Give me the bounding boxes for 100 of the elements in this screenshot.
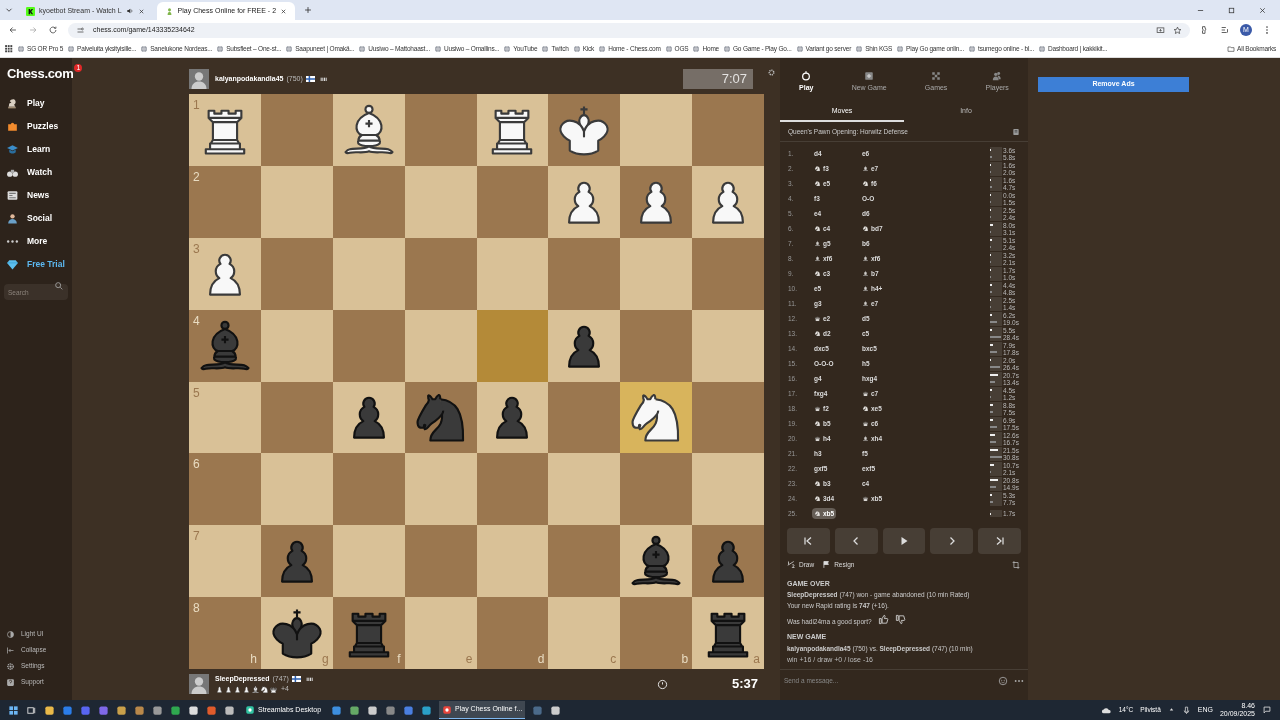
caret-icon[interactable] — [1167, 706, 1175, 714]
move-control-button[interactable] — [787, 527, 830, 554]
file-label: g — [322, 651, 329, 668]
flip-board-icon[interactable] — [1011, 559, 1021, 570]
star-icon[interactable] — [1173, 25, 1182, 35]
knight-icon — [814, 165, 821, 172]
site-info-icon[interactable] — [76, 25, 85, 35]
globe-icon — [140, 44, 149, 53]
help-icon — [6, 677, 15, 687]
globe-icon — [1038, 44, 1046, 53]
stopwatch-icon — [801, 70, 812, 81]
collapse-icon — [6, 645, 15, 655]
search-icon[interactable] — [54, 280, 64, 291]
rank-label: 4 — [193, 312, 200, 330]
app-icon[interactable] — [44, 704, 55, 716]
speaker-icon[interactable] — [125, 7, 134, 15]
app-icon[interactable] — [367, 704, 379, 716]
avatar-icon[interactable] — [189, 674, 209, 694]
task-view-icon[interactable] — [26, 704, 37, 716]
book-icon[interactable] — [1012, 127, 1020, 136]
app-icon — [442, 704, 453, 715]
clock: 5:37 — [730, 675, 759, 694]
app-icon[interactable] — [116, 704, 127, 716]
logo-text[interactable]: Chess.com — [7, 64, 74, 84]
back-icon[interactable] — [8, 25, 18, 35]
nav-item[interactable]: Puzzles — [0, 114, 72, 138]
nav-item[interactable]: Free Trial — [0, 252, 72, 276]
globe-icon — [67, 44, 76, 53]
globe-icon — [795, 44, 804, 53]
close-icon[interactable] — [1258, 6, 1267, 15]
close-icon[interactable] — [280, 7, 288, 15]
app-icon[interactable] — [224, 704, 235, 716]
half-circle-icon — [6, 629, 15, 639]
thumbs-up-icon[interactable] — [877, 614, 889, 626]
people-icon — [6, 211, 19, 225]
clock-icon — [657, 678, 668, 690]
restore-icon[interactable] — [1227, 6, 1236, 15]
move-control-button[interactable] — [882, 527, 926, 554]
knight-icon — [862, 405, 869, 412]
knight-icon — [862, 225, 869, 232]
globe-icon — [664, 44, 673, 53]
rank-label: 8 — [193, 600, 200, 618]
new-tab-icon[interactable] — [303, 5, 314, 15]
people-icon — [992, 70, 1003, 81]
tab-favicon-icon — [26, 6, 35, 16]
app-icon[interactable] — [152, 704, 163, 716]
windows-start-icon[interactable] — [8, 704, 19, 716]
avatar-icon[interactable] — [189, 69, 209, 89]
app-icon[interactable] — [134, 704, 145, 716]
notifications-icon[interactable] — [1262, 705, 1272, 715]
globe-icon — [285, 44, 294, 53]
settings-icon — [6, 661, 15, 671]
globe-icon — [855, 44, 864, 53]
nav-item[interactable]: News — [0, 183, 72, 207]
knight-icon — [814, 480, 821, 487]
bishop-icon — [862, 270, 869, 277]
bishop-icon — [814, 240, 821, 247]
globe-icon — [358, 44, 367, 53]
reload-icon[interactable] — [48, 25, 58, 35]
globe-icon — [723, 44, 731, 53]
app-icon[interactable] — [550, 704, 562, 716]
queen-icon — [862, 495, 869, 502]
knight-icon — [862, 180, 869, 187]
emoji-icon[interactable] — [998, 676, 1008, 686]
nav-item[interactable]: More — [0, 229, 72, 253]
globe-icon — [216, 44, 225, 53]
bishop-icon — [862, 285, 869, 292]
move-control-button[interactable] — [978, 527, 1021, 554]
thumbs-down-icon[interactable] — [894, 614, 906, 626]
file-label: e — [465, 651, 473, 668]
checkerboard-icon — [931, 70, 942, 81]
nav-item[interactable]: Learn — [0, 137, 72, 161]
bishop-icon — [862, 165, 869, 172]
knight-icon — [814, 270, 821, 277]
queen-icon — [862, 420, 869, 427]
newspaper-icon — [6, 188, 19, 202]
globe-icon — [692, 44, 701, 53]
file-label: c — [610, 651, 617, 668]
bishop-icon — [814, 255, 821, 262]
globe-icon — [968, 44, 977, 53]
apps-icon[interactable] — [4, 44, 13, 53]
rank-label: 3 — [193, 240, 200, 258]
nav-item[interactable]: Social — [0, 206, 72, 230]
app-icon[interactable] — [331, 704, 343, 716]
nav-item[interactable]: Play — [0, 91, 72, 115]
app-icon[interactable] — [349, 704, 361, 716]
queen-icon — [862, 390, 869, 397]
close-icon[interactable] — [137, 7, 145, 15]
app-icon[interactable] — [170, 704, 181, 716]
queen-icon — [814, 315, 821, 322]
nav-item[interactable]: Watch — [0, 160, 72, 184]
app-icon[interactable] — [421, 704, 433, 716]
app-icon[interactable] — [188, 704, 199, 716]
knight-icon — [814, 330, 821, 337]
install-icon[interactable] — [1156, 25, 1165, 35]
bishop-icon — [862, 255, 869, 262]
queen-icon — [814, 405, 821, 412]
globe-icon — [572, 44, 581, 53]
queen-icon — [814, 435, 821, 442]
settings-icon[interactable] — [767, 68, 776, 77]
